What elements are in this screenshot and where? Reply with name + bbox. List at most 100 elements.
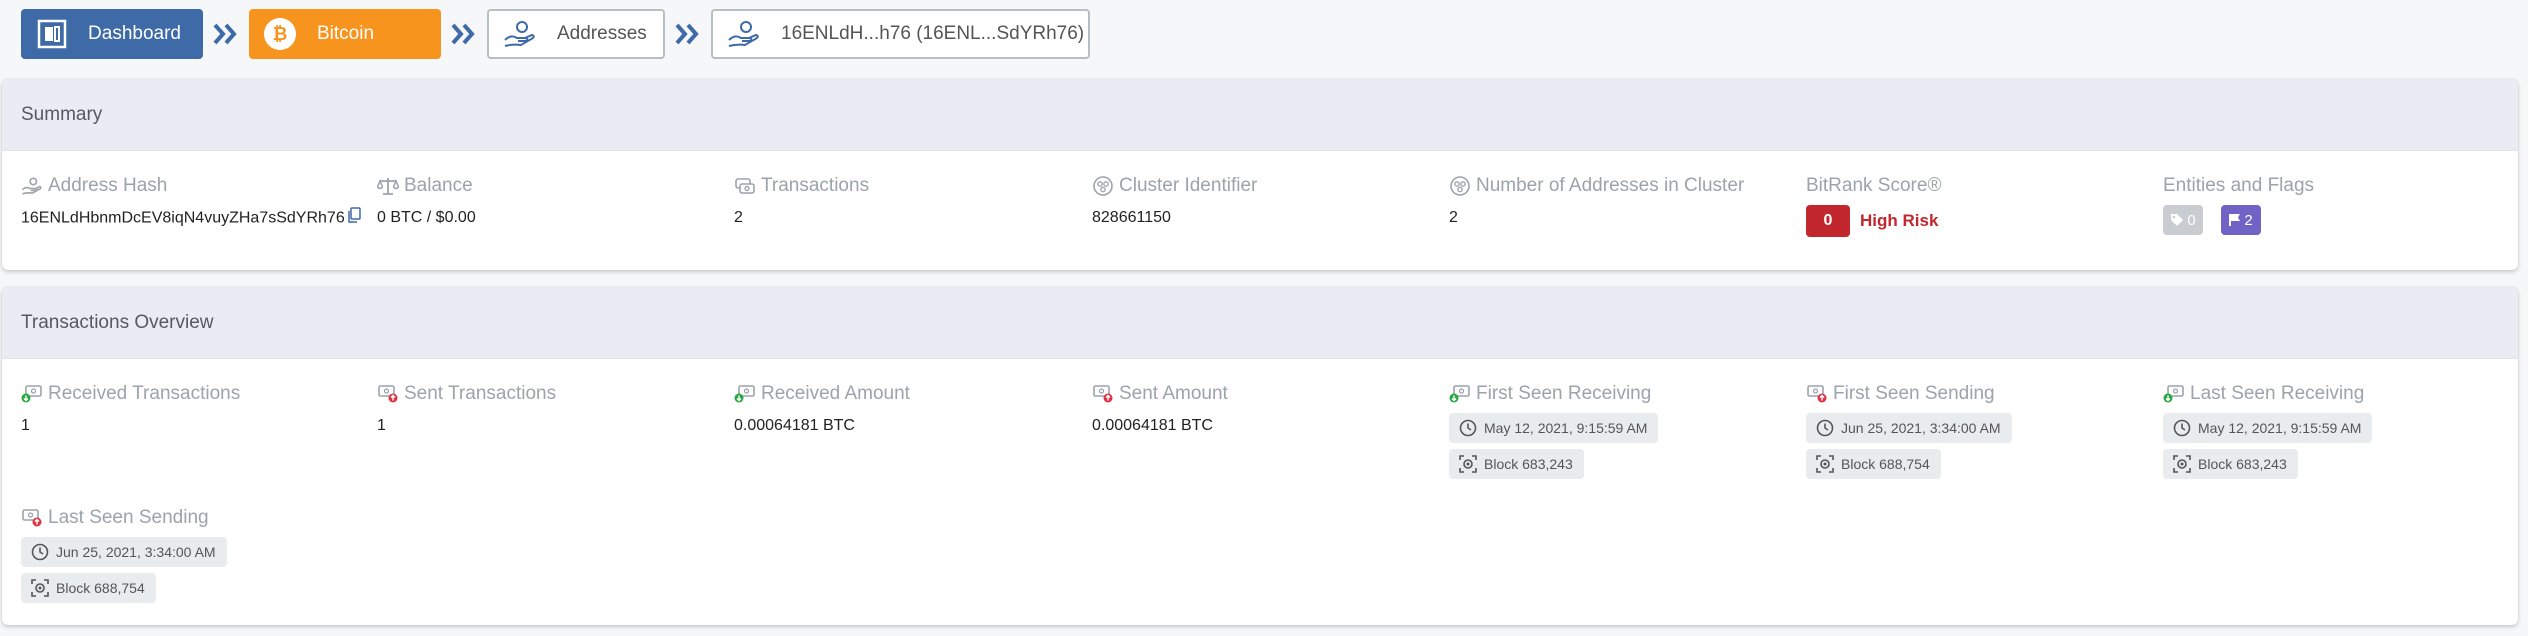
flags-badge[interactable]: 2 <box>2221 205 2261 235</box>
dashboard-icon <box>35 17 68 51</box>
bitrank-label: BitRank Score® <box>1806 175 1942 196</box>
transactions-label: Transactions <box>761 175 870 196</box>
timestamp-chip: May 12, 2021, 9:15:59 AM <box>2163 413 2373 443</box>
last-seen-receiving-field: Last Seen Receiving May 12, 2021, 9:15:5… <box>2163 381 2503 479</box>
sent-amount-value: 0.00064181 BTC <box>1092 417 1213 434</box>
block-chip[interactable]: Block 688,754 <box>1806 449 1941 479</box>
timestamp-text: Jun 25, 2021, 3:34:00 AM <box>56 544 216 560</box>
sent-transactions-label: Sent Transactions <box>404 383 557 404</box>
address-hash-field: Address Hash 16ENLdHbnmDcEV8iqN4vuyZHa7s… <box>21 173 361 230</box>
flag-icon <box>2229 214 2241 226</box>
block-text: Block 683,243 <box>1484 456 1573 472</box>
send-money-icon <box>21 507 43 529</box>
risk-level: High Risk <box>1860 211 1939 230</box>
received-transactions-label: Received Transactions <box>48 383 241 404</box>
receive-money-icon <box>734 383 756 405</box>
breadcrumb-dashboard[interactable]: Dashboard <box>21 9 203 59</box>
receive-money-icon <box>21 383 43 405</box>
transactions-overview-card: Transactions Overview Received Transacti… <box>2 287 2518 625</box>
copy-icon[interactable] <box>347 207 361 230</box>
block-chip[interactable]: Block 683,243 <box>2163 449 2298 479</box>
clock-icon <box>1815 418 1835 438</box>
send-money-icon <box>1092 383 1114 405</box>
timestamp-text: May 12, 2021, 9:15:59 AM <box>2198 420 2362 436</box>
scale-icon <box>377 175 399 197</box>
last-seen-sending-field: Last Seen Sending Jun 25, 2021, 3:34:00 … <box>21 505 361 603</box>
received-transactions-value: 1 <box>21 417 30 434</box>
cluster-identifier-value: 828661150 <box>1092 209 1171 226</box>
clock-icon <box>30 542 50 562</box>
first-seen-sending-label: First Seen Sending <box>1833 383 1995 404</box>
sent-amount-label: Sent Amount <box>1119 383 1228 404</box>
sent-amount-field: Sent Amount 0.00064181 BTC <box>1092 381 1432 437</box>
balance-field: Balance 0 BTC / $0.00 <box>377 173 717 229</box>
bitcoin-icon: ₿ <box>263 17 297 51</box>
timestamp-text: Jun 25, 2021, 3:34:00 AM <box>1841 420 2001 436</box>
entities-flags-label: Entities and Flags <box>2163 175 2315 196</box>
address-hand-icon <box>503 17 537 51</box>
flags-count: 2 <box>2244 211 2253 229</box>
timestamp-chip: Jun 25, 2021, 3:34:00 AM <box>21 537 227 567</box>
chevron-double-right-icon <box>441 22 487 46</box>
balance-label: Balance <box>404 175 473 196</box>
received-amount-value: 0.00064181 BTC <box>734 417 855 434</box>
first-seen-receiving-label: First Seen Receiving <box>1476 383 1652 404</box>
bitrank-score-badge: 0 <box>1806 205 1850 237</box>
received-amount-field: Received Amount 0.00064181 BTC <box>734 381 1074 437</box>
tags-badge[interactable]: 0 <box>2163 205 2203 235</box>
cluster-addresses-field: Number of Addresses in Cluster 2 <box>1449 173 1809 229</box>
tags-count: 0 <box>2187 211 2196 229</box>
summary-title: Summary <box>2 79 2518 151</box>
received-amount-label: Received Amount <box>761 383 910 404</box>
receive-money-icon <box>1449 383 1471 405</box>
block-icon <box>1458 454 1478 474</box>
first-seen-receiving-field: First Seen Receiving May 12, 2021, 9:15:… <box>1449 381 1789 479</box>
bitrank-field: BitRank Score® 0 High Risk <box>1806 173 2146 237</box>
breadcrumb-label: Dashboard <box>88 23 181 44</box>
breadcrumb-bitcoin[interactable]: ₿ Bitcoin <box>249 9 441 59</box>
first-seen-sending-field: First Seen Sending Jun 25, 2021, 3:34:00… <box>1806 381 2146 479</box>
clock-icon <box>1458 418 1478 438</box>
block-chip[interactable]: Block 683,243 <box>1449 449 1584 479</box>
block-icon <box>1815 454 1835 474</box>
last-seen-receiving-label: Last Seen Receiving <box>2190 383 2365 404</box>
address-hand-icon <box>727 17 761 51</box>
cluster-identifier-field: Cluster Identifier 828661150 <box>1092 173 1432 229</box>
transactions-icon <box>734 175 756 197</box>
chevron-double-right-icon <box>665 22 711 46</box>
address-hand-icon <box>21 175 43 197</box>
breadcrumb-label: Bitcoin <box>317 23 375 44</box>
block-text: Block 688,754 <box>1841 456 1930 472</box>
sent-transactions-value: 1 <box>377 417 386 434</box>
transactions-value: 2 <box>734 209 743 226</box>
sent-transactions-field: Sent Transactions 1 <box>377 381 717 437</box>
breadcrumb-addresses[interactable]: Addresses <box>487 9 665 59</box>
breadcrumb-label: 16ENLdH...h76 (16ENL...SdYRh76) <box>781 23 1085 44</box>
breadcrumb: Dashboard ₿ Bitcoin Addresses 16ENLdH...… <box>21 8 1090 60</box>
tag-icon <box>2171 214 2184 226</box>
timestamp-text: May 12, 2021, 9:15:59 AM <box>1484 420 1648 436</box>
chevron-double-right-icon <box>203 22 249 46</box>
clock-icon <box>2172 418 2192 438</box>
transactions-field: Transactions 2 <box>734 173 1074 229</box>
receive-money-icon <box>2163 383 2185 405</box>
cluster-identifier-label: Cluster Identifier <box>1119 175 1258 196</box>
breadcrumb-label: Addresses <box>557 23 647 44</box>
breadcrumb-current-address[interactable]: 16ENLdH...h76 (16ENL...SdYRh76) <box>711 9 1090 59</box>
send-money-icon <box>377 383 399 405</box>
block-text: Block 683,243 <box>2198 456 2287 472</box>
cluster-addresses-label: Number of Addresses in Cluster <box>1476 175 1745 196</box>
cluster-addresses-value: 2 <box>1449 209 1458 226</box>
timestamp-chip: May 12, 2021, 9:15:59 AM <box>1449 413 1659 443</box>
transactions-overview-title: Transactions Overview <box>2 287 2518 359</box>
address-hash-value: 16ENLdHbnmDcEV8iqN4vuyZHa7sSdYRh76 <box>21 209 345 227</box>
block-text: Block 688,754 <box>56 580 145 596</box>
block-chip[interactable]: Block 688,754 <box>21 573 156 603</box>
received-transactions-field: Received Transactions 1 <box>21 381 361 437</box>
cluster-icon <box>1092 175 1114 197</box>
last-seen-sending-label: Last Seen Sending <box>48 507 209 528</box>
entities-flags-field: Entities and Flags 0 2 <box>2163 173 2503 235</box>
send-money-icon <box>1806 383 1828 405</box>
balance-value: 0 BTC / $0.00 <box>377 209 476 226</box>
summary-card: Summary Address Hash 16ENLdHbnmDcEV8iqN4… <box>2 79 2518 270</box>
